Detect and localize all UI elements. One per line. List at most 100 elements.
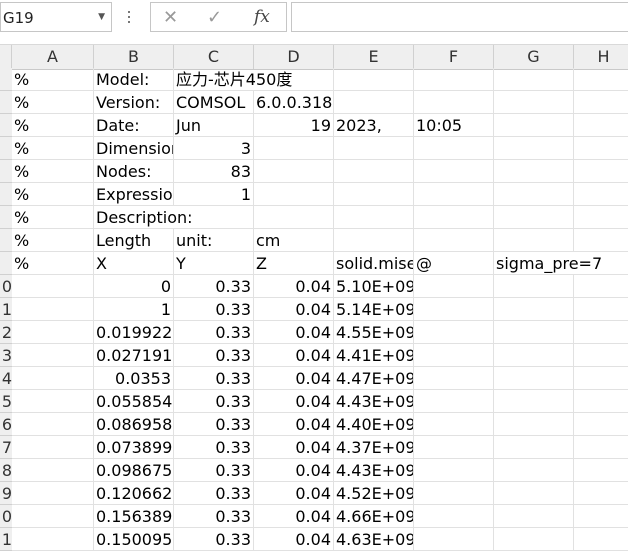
row-header[interactable]: 2 (0, 321, 12, 344)
cell-b[interactable]: 0.0353 (94, 367, 174, 390)
cell-h[interactable] (574, 344, 628, 367)
cell-e[interactable]: 4.52E+09 (334, 482, 414, 505)
cell-d[interactable]: 0.04 (254, 482, 334, 505)
cell-f[interactable] (414, 160, 494, 183)
cell-h[interactable] (574, 528, 628, 551)
cell-f[interactable] (414, 137, 494, 160)
cell-c[interactable]: unit: (174, 229, 254, 252)
cell-c[interactable]: 0.33 (174, 298, 254, 321)
cell-b[interactable]: Expression (94, 183, 174, 206)
cell-g[interactable] (494, 275, 574, 298)
cell-d[interactable]: Z (254, 252, 334, 275)
cell-b[interactable]: Description: (94, 206, 193, 229)
cell-d[interactable] (254, 137, 334, 160)
cell-g[interactable] (494, 114, 574, 137)
cell-h[interactable] (574, 183, 628, 206)
column-header-g[interactable]: G (494, 45, 574, 69)
cell-e[interactable] (334, 91, 414, 114)
cell-g[interactable] (494, 298, 574, 321)
cell-g[interactable] (494, 482, 574, 505)
row-header[interactable]: 5 (0, 390, 12, 413)
cell-g[interactable] (494, 344, 574, 367)
cell-h[interactable] (574, 321, 628, 344)
column-header-b[interactable]: B (94, 45, 174, 69)
cell-g[interactable]: sigma_pre=7 (494, 252, 602, 275)
row-header[interactable] (0, 183, 12, 206)
cell-f[interactable] (414, 344, 494, 367)
cell-e[interactable] (334, 183, 414, 206)
cell-h[interactable] (574, 459, 628, 482)
cell-e[interactable]: 2023, (334, 114, 414, 137)
cell-b[interactable]: 0.086958 (94, 413, 174, 436)
cell-g[interactable] (494, 68, 574, 91)
cell-g[interactable] (494, 459, 574, 482)
cell-h[interactable] (574, 114, 628, 137)
row-header[interactable] (0, 91, 12, 114)
cell-c[interactable]: 3 (174, 137, 254, 160)
cell-b[interactable]: Length (94, 229, 174, 252)
column-header-e[interactable]: E (334, 45, 414, 69)
cell-g[interactable] (494, 91, 574, 114)
cell-d[interactable] (254, 160, 334, 183)
cell-e[interactable]: 4.41E+09 (334, 344, 414, 367)
column-header-a[interactable]: A (12, 45, 94, 69)
cell-g[interactable] (494, 321, 574, 344)
cell-a[interactable]: % (12, 229, 94, 252)
cell-c[interactable]: COMSOL (174, 91, 254, 114)
column-header-c[interactable]: C (174, 45, 254, 69)
confirm-icon[interactable]: ✓ (207, 7, 222, 28)
cell-c[interactable]: 0.33 (174, 505, 254, 528)
column-header-h[interactable]: H (574, 45, 628, 69)
cell-f[interactable] (414, 91, 494, 114)
cell-f[interactable] (414, 206, 494, 229)
cell-d[interactable]: 0.04 (254, 436, 334, 459)
column-header-f[interactable]: F (414, 45, 494, 69)
cell-c[interactable]: 83 (174, 160, 254, 183)
row-header[interactable]: 8 (0, 459, 12, 482)
cell-c[interactable]: 0.33 (174, 390, 254, 413)
cell-e[interactable]: 4.63E+09 (334, 528, 414, 551)
cell-e[interactable]: 4.47E+09 (334, 367, 414, 390)
cell-c[interactable]: 1 (174, 183, 254, 206)
row-header[interactable]: 0 (0, 275, 12, 298)
cell-a[interactable] (12, 459, 94, 482)
cell-g[interactable] (494, 528, 574, 551)
cell-g[interactable] (494, 137, 574, 160)
row-header[interactable]: 1 (0, 528, 12, 551)
cell-a[interactable] (12, 505, 94, 528)
cell-b[interactable]: 0.150095 (94, 528, 174, 551)
cell-a[interactable]: % (12, 114, 94, 137)
cell-f[interactable] (414, 528, 494, 551)
cell-e[interactable]: 4.55E+09 (334, 321, 414, 344)
cell-h[interactable] (574, 160, 628, 183)
cell-d[interactable]: 0.04 (254, 413, 334, 436)
cell-c[interactable]: Y (174, 252, 254, 275)
cell-f[interactable]: @ (414, 252, 494, 275)
cell-d[interactable]: 0.04 (254, 321, 334, 344)
name-box[interactable]: G19 ▼ (0, 2, 112, 32)
row-header[interactable]: 0 (0, 505, 12, 528)
cell-a[interactable]: % (12, 137, 94, 160)
cell-a[interactable]: % (12, 160, 94, 183)
cell-b[interactable]: 0.120662 (94, 482, 174, 505)
cell-a[interactable] (12, 298, 94, 321)
cell-d[interactable]: 6.0.0.318 (254, 91, 334, 114)
cell-b[interactable]: Date: (94, 114, 174, 137)
cell-e[interactable] (334, 206, 414, 229)
cell-d[interactable]: 0.04 (254, 275, 334, 298)
cell-b[interactable]: 0 (94, 275, 174, 298)
cell-f[interactable] (414, 482, 494, 505)
cell-e[interactable] (334, 137, 414, 160)
insert-function-icon[interactable]: fx (254, 7, 270, 27)
cell-g[interactable] (494, 206, 574, 229)
cell-h[interactable] (574, 482, 628, 505)
cell-d[interactable]: 0.04 (254, 344, 334, 367)
cell-h[interactable] (574, 229, 628, 252)
cell-b[interactable]: Model: (94, 68, 174, 91)
row-header[interactable] (0, 68, 12, 91)
formula-input[interactable] (291, 2, 628, 32)
cell-b[interactable]: Nodes: (94, 160, 174, 183)
cell-c[interactable]: 0.33 (174, 528, 254, 551)
cancel-icon[interactable]: ✕ (163, 7, 178, 28)
cell-e[interactable]: 4.43E+09 (334, 459, 414, 482)
